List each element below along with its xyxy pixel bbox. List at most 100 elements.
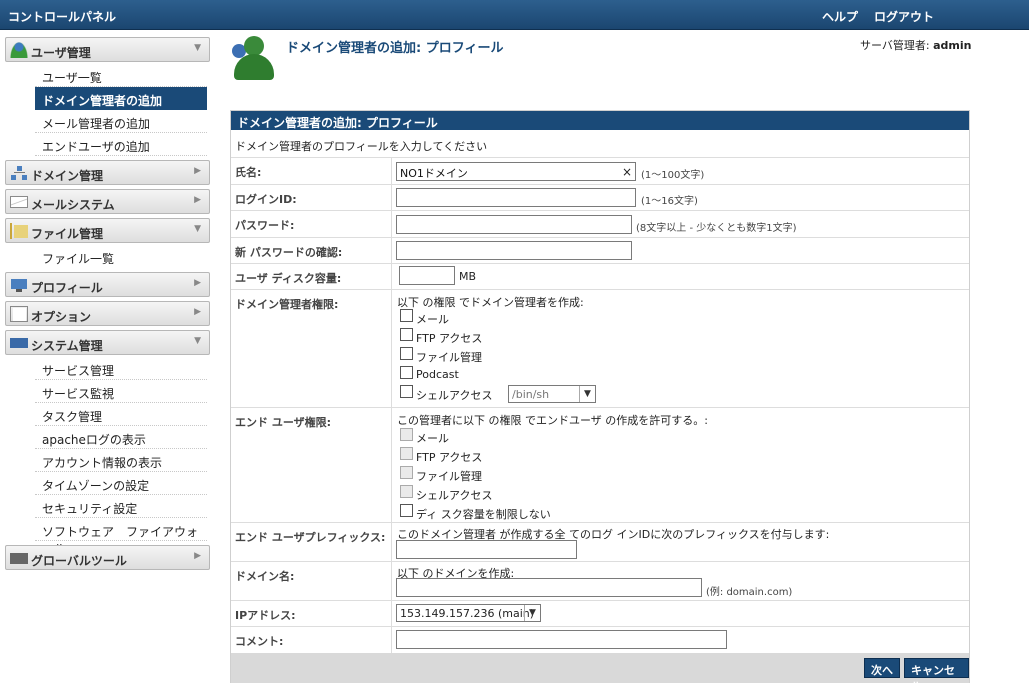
shell-select[interactable]: /bin/sh ▼: [508, 385, 596, 403]
row-login-id: ログインID: (1〜16文字): [231, 185, 969, 211]
sidebar-header-global-tools[interactable]: グローバルツール ▶: [5, 545, 210, 570]
name-value: NO1ドメイン: [400, 167, 468, 180]
help-link[interactable]: ヘルプ: [822, 8, 858, 25]
domain-admin-perm-note: 以下 の権限 でドメイン管理者を作成:: [397, 296, 584, 309]
password-input[interactable]: [396, 215, 632, 234]
checkbox-eu-file-mgmt-label: ファイル管理: [416, 470, 482, 483]
domain-input[interactable]: [396, 578, 702, 597]
row-comment: コメント:: [231, 627, 969, 653]
sidebar-header-domain-mgmt[interactable]: ドメイン管理 ▶: [5, 160, 210, 185]
disk-label: ユーザ ディスク容量:: [235, 272, 342, 285]
login-id-input[interactable]: [396, 188, 636, 207]
password-confirm-input[interactable]: [396, 241, 632, 260]
row-domain-admin-perm: ドメイン管理者権限: 以下 の権限 でドメイン管理者を作成: メール FTP ア…: [231, 290, 969, 408]
chevron-down-icon: ▼: [579, 386, 595, 402]
password-label: パスワード:: [235, 219, 295, 232]
prefix-label: エンド ユーザプレフィックス:: [235, 531, 386, 544]
sidebar-header-label: ユーザ管理: [31, 46, 91, 60]
checkbox-file-mgmt[interactable]: [400, 347, 413, 360]
sidebar-header-label: プロフィール: [31, 281, 103, 295]
checkbox-eu-ftp: [400, 447, 413, 460]
checkbox-podcast-label: Podcast: [416, 368, 459, 381]
sidebar-item-timezone[interactable]: タイムゾーンの設定: [35, 472, 207, 495]
sidebar-item-firewall[interactable]: ソフトウェア ファイアウォール: [35, 518, 207, 556]
sidebar-group-file-mgmt: ファイル管理 ▼ ファイル一覧: [5, 218, 210, 268]
server-admin-info: サーバ管理者: admin: [860, 37, 971, 53]
sidebar-header-label: グローバルツール: [31, 554, 127, 568]
end-user-perm-label: エンド ユーザ権限:: [235, 416, 332, 429]
checkbox-eu-disk-unlimited[interactable]: [400, 504, 413, 517]
panel-description: ドメイン管理者のプロフィールを入力してください: [231, 130, 969, 158]
domain-admin-icon: [230, 36, 280, 84]
form-footer: 次へ キャンセル: [231, 653, 969, 693]
chevron-right-icon: ▶: [194, 195, 201, 205]
chevron-right-icon: ▶: [194, 278, 201, 288]
sidebar-item-add-end-user[interactable]: エンドユーザの追加: [35, 133, 207, 156]
chevron-right-icon: ▶: [194, 551, 201, 561]
prefix-input[interactable]: [396, 540, 577, 559]
sidebar-header-user-mgmt[interactable]: ユーザ管理 ▼: [5, 37, 210, 62]
row-password-confirm: 新 パスワードの確認:: [231, 238, 969, 264]
sidebar-item-task-mgmt[interactable]: タスク管理: [35, 403, 207, 426]
checkbox-eu-mail-label: メール: [416, 432, 449, 445]
sidebar-item-add-mail-admin[interactable]: メール管理者の追加: [35, 110, 207, 133]
sidebar-header-option[interactable]: オプション ▶: [5, 301, 210, 326]
sidebar-header-mail-system[interactable]: メールシステム ▶: [5, 189, 210, 214]
checkbox-podcast[interactable]: [400, 366, 413, 379]
row-prefix: エンド ユーザプレフィックス: このドメイン管理者 が作成する全 てのログ イン…: [231, 523, 969, 562]
next-button[interactable]: 次へ: [864, 658, 900, 678]
sidebar-group-domain-mgmt: ドメイン管理 ▶: [5, 160, 210, 185]
sidebar-item-security[interactable]: セキュリティ設定: [35, 495, 207, 518]
checkbox-eu-disk-unlimited-label: ディ スク容量を制限しない: [416, 508, 551, 521]
app-title: コントロールパネル: [8, 10, 117, 24]
disk-input[interactable]: [399, 266, 455, 285]
name-hint: (1〜100文字): [641, 170, 705, 181]
checkbox-eu-mail: [400, 428, 413, 441]
row-name: 氏名: NO1ドメイン × (1〜100文字): [231, 158, 969, 185]
page-title: ドメイン管理者の追加: プロフィール: [286, 41, 504, 56]
ip-select-value: 153.149.157.236 (main): [400, 607, 535, 620]
mail-icon: [10, 196, 28, 208]
clear-icon[interactable]: ×: [622, 165, 632, 179]
sidebar-item-file-list[interactable]: ファイル一覧: [35, 245, 207, 268]
sidebar-header-label: ファイル管理: [31, 227, 104, 241]
name-label: 氏名:: [235, 166, 262, 179]
chevron-right-icon: ▶: [194, 166, 201, 176]
logout-link[interactable]: ログアウト: [874, 8, 934, 25]
sidebar-group-global-tools: グローバルツール ▶: [5, 545, 210, 570]
checkbox-shell[interactable]: [400, 385, 413, 398]
disk-unit: MB: [459, 270, 477, 283]
sidebar-header-system-mgmt[interactable]: システム管理 ▼: [5, 330, 210, 355]
comment-input[interactable]: [396, 630, 727, 649]
sidebar-header-label: メールシステム: [31, 198, 115, 212]
sidebar-header-file-mgmt[interactable]: ファイル管理 ▼: [5, 218, 210, 243]
checkbox-eu-ftp-label: FTP アクセス: [416, 451, 483, 464]
name-input[interactable]: NO1ドメイン ×: [396, 162, 636, 181]
ip-select[interactable]: 153.149.157.236 (main) ▼: [396, 604, 541, 622]
sidebar-header-profile[interactable]: プロフィール ▶: [5, 272, 210, 297]
server-icon: [10, 335, 28, 351]
password-confirm-label: 新 パスワードの確認:: [235, 246, 343, 259]
form-panel: ドメイン管理者の追加: プロフィール ドメイン管理者のプロフィールを入力してくだ…: [230, 110, 970, 693]
checkbox-ftp[interactable]: [400, 328, 413, 341]
sidebar-item-service-mgmt[interactable]: サービス管理: [35, 357, 207, 380]
cancel-button[interactable]: キャンセル: [904, 658, 969, 693]
sidebar-item-user-list[interactable]: ユーザ一覧: [35, 64, 207, 87]
sidebar-group-profile: プロフィール ▶: [5, 272, 210, 297]
user-icon: [10, 42, 28, 58]
checkbox-eu-shell: [400, 485, 413, 498]
checkbox-eu-file-mgmt: [400, 466, 413, 479]
row-ip: IPアドレス: 153.149.157.236 (main) ▼: [231, 601, 969, 627]
file-icon: [10, 223, 28, 239]
sidebar-item-add-domain-admin[interactable]: ドメイン管理者の追加: [35, 87, 207, 110]
chevron-down-icon: ▼: [194, 43, 201, 53]
checklist-icon: [10, 306, 28, 322]
checkbox-eu-shell-label: シェルアクセス: [416, 489, 493, 502]
sidebar-item-service-monitor[interactable]: サービス監視: [35, 380, 207, 403]
panel-title: ドメイン管理者の追加: プロフィール: [231, 111, 969, 130]
sidebar-item-apache-log[interactable]: apacheログの表示: [35, 426, 207, 449]
row-end-user-perm: エンド ユーザ権限: この管理者に以下 の権限 でエンドユーザ の作成を許可する…: [231, 408, 969, 523]
checkbox-mail[interactable]: [400, 309, 413, 322]
monitor-icon: [10, 277, 28, 293]
sidebar-item-account-info[interactable]: アカウント情報の表示: [35, 449, 207, 472]
